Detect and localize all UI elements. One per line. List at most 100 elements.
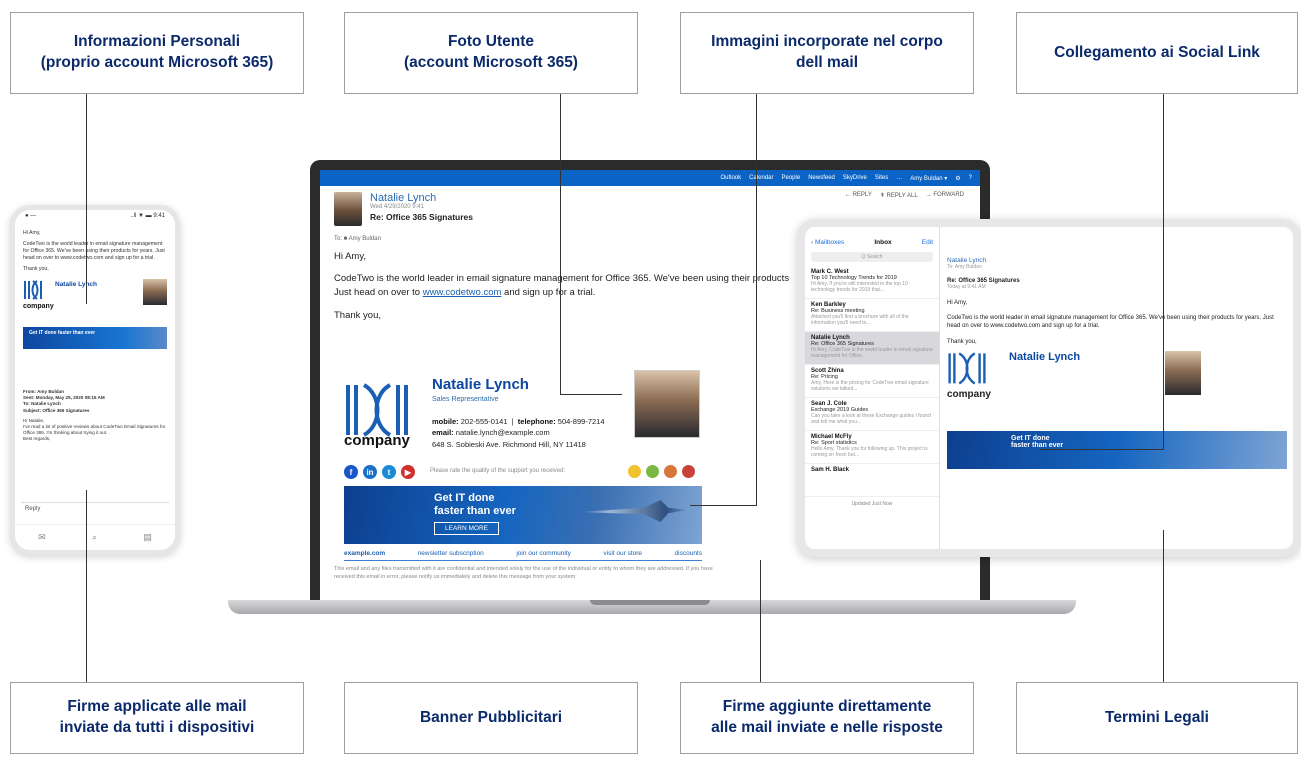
list-item[interactable]: Sam H. Black [805,464,939,497]
smiley-fair-icon[interactable] [664,465,677,478]
codetwo-link[interactable]: www.codetwo.com [423,287,502,298]
telephone-number: 504-899-7214 [557,417,605,426]
edit-button[interactable]: Edit [922,239,933,246]
callout-ad-banners: Banner Pubblicitari [344,682,638,754]
owa-nav-item[interactable]: … [896,175,902,181]
list-item[interactable]: Natalie Lynch Re: Office 365 Signatures Hi… [805,332,939,365]
footer-link[interactable]: discounts [675,550,702,557]
list-item[interactable]: Mark C. West Top 10 Technology Trends for… [805,266,939,299]
smiley-poor-icon[interactable] [682,465,695,478]
footer-link[interactable]: newsletter subscription [418,550,484,557]
owa-nav-item[interactable]: People [782,175,801,181]
owa-nav-item[interactable]: Amy Buldan ▾ [910,175,947,182]
reply-button[interactable]: ← REPLY [845,192,872,199]
message-prev: Hi Amy, If you're still interested in th… [811,281,908,293]
tablet-greeting: Hi Amy, [947,300,968,306]
tablet-search-input[interactable]: Q Search [811,252,933,262]
phone-tab-bar: ✉ ⌕ ▤ [15,524,175,550]
email-address[interactable]: natalie.lynch@example.com [456,428,550,437]
signature-user-photo [634,370,700,438]
message-prev: Can you take a look at these Exchange gu… [811,413,931,425]
mail-icon[interactable]: ✉ [38,532,46,543]
footer-link[interactable]: example.com [344,550,385,557]
tablet-time: Today at 9:41 AM [947,284,986,290]
leader-line-all-devices [86,490,87,682]
tablet-to: To: Amy Buldan [947,264,982,270]
owa-nav-item[interactable]: ? [969,175,972,181]
owa-nav-item[interactable]: Calendar [749,175,773,181]
calendar-icon[interactable]: ▤ [143,532,152,543]
inbox-title: Inbox [874,239,892,246]
leader-line-personal-info [86,94,87,304]
telephone-label: telephone: [517,417,556,426]
owa-nav-item[interactable]: Newsfeed [808,175,835,181]
mail-body-line2-start: Just head on over to [334,286,423,298]
mail-sender[interactable]: Natalie Lynch [370,192,473,204]
signature-address: 648 S. Sobieski Ave. Richmond Hill, NY 1… [432,439,586,449]
phone-sig-name: Natalie Lynch [55,281,98,289]
signature-footer-links: example.com newsletter subscription join… [344,550,702,561]
tablet-banner-line2: faster than ever [1011,441,1064,449]
company-logo-text: company [344,432,410,449]
phone-reply-label: Reply [25,506,41,512]
smiley-excellent-icon[interactable] [628,465,641,478]
facebook-icon[interactable]: f [344,465,358,479]
ad-banner-title-line1: Get IT done [434,492,495,504]
mailboxes-back-button[interactable]: ‹ Mailboxes [811,239,844,246]
message-who: Sam H. Black [811,467,850,473]
phone-status-left: ● — [25,213,37,219]
jet-image-icon [578,500,688,522]
smiley-good-icon[interactable] [646,465,659,478]
social-links: f in t ▶ [344,465,415,479]
callout-personal-info: Informazioni Personali (proprio account … [10,12,304,94]
twitter-icon[interactable]: t [382,465,396,479]
phone-thanks: Thank you, [23,266,49,273]
owa-nav-item[interactable]: Sites [875,175,888,181]
leader-line-social-v [1163,94,1164,449]
reply-all-button[interactable]: ⇞ REPLY ALL [880,192,918,199]
footer-link[interactable]: visit our store [603,550,642,557]
ad-banner-title: Get IT done faster than ever [434,492,516,518]
tablet-thanks: Thank you, [947,338,977,345]
mail-body-line2-end: and sign up for a trial. [501,286,596,298]
phone-reply-button[interactable]: Reply [21,502,169,516]
footer-link[interactable]: join our community [516,550,571,557]
avatar [334,192,362,226]
rating-smileys [628,465,695,478]
callout-embedded-images: Immagini incorporate nel corpo dell mail [680,12,974,94]
email-label: email: [432,428,454,438]
phone-greeting: Hi Amy, [23,230,41,236]
tablet-sig-photo [1165,350,1201,395]
leader-line-legal-terms [1163,530,1164,682]
mail-subject: Re: Office 365 Signatures [370,212,473,222]
laptop-notch [590,600,710,605]
leader-line-embedded-v [756,94,757,505]
leader-line-direct-signatures [760,560,761,682]
linkedin-icon[interactable]: in [363,465,377,479]
mail-date: Wed 4/29/2020 9:41 [370,204,424,210]
leader-line-user-photo-h [560,394,622,395]
phone-signature: company Natalie Lynch [23,279,167,321]
leader-line-social-h [1040,449,1164,450]
owa-nav-item[interactable]: SkyDrive [843,175,867,181]
rating-prompt: Please rate the quality of the support y… [430,468,566,474]
signature-name: Natalie Lynch [432,376,529,393]
owa-nav-item[interactable]: Outlook [720,175,741,181]
list-item[interactable]: Ken Barkley Re: Business meeting Attached … [805,299,939,332]
owa-nav-item[interactable]: ⚙ [955,175,960,182]
message-prev: Attached you'll find a brochure with all… [811,314,909,326]
ad-banner[interactable]: Get IT done faster than ever LEARN MORE [344,486,702,544]
list-item[interactable]: Sean J. Cole Exchange 2019 Guides Can you … [805,398,939,431]
list-item[interactable]: Michael McFly Re: Sport statistics Hello A… [805,431,939,464]
forward-button[interactable]: → FORWARD [926,192,964,199]
phone-device: ● — ..ll ▼ ▬ 9:41 Hi Amy, CodeTwo is the… [10,205,180,555]
tablet-device: ‹ Mailboxes Inbox Edit Q Search Mark C. … [797,219,1301,557]
phone-ad-banner[interactable]: Get IT done faster than ever [23,327,167,350]
ad-banner-title-line2: faster than ever [434,505,516,518]
list-item[interactable]: Scott Zhina Re: Pricing Amy, Here is the p… [805,365,939,398]
search-icon[interactable]: ⌕ [92,532,97,543]
youtube-icon[interactable]: ▶ [401,465,415,479]
tablet-sender[interactable]: Natalie Lynch [947,257,1287,264]
learn-more-button[interactable]: LEARN MORE [434,522,499,535]
phone-sig-photo [143,279,167,306]
